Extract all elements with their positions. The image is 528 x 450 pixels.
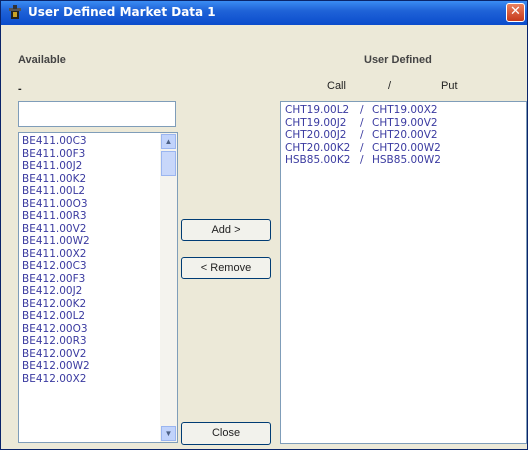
remove-button[interactable]: < Remove [181, 257, 271, 279]
pair-separator: / [360, 154, 364, 166]
list-item[interactable]: BE412.00J2 [22, 285, 157, 298]
available-items: BE411.00C3 BE411.00F3 BE411.00J2 BE411.00K2… [22, 135, 157, 385]
list-item[interactable]: BE412.00O3 [22, 323, 157, 336]
close-window-button[interactable]: ✕ [506, 3, 525, 22]
list-item[interactable]: BE411.00C3 [22, 135, 157, 148]
call-symbol: CHT20.00K2 [285, 141, 351, 154]
call-symbol: CHT20.00J2 [285, 129, 347, 141]
app-icon [9, 5, 21, 19]
list-item[interactable]: BE411.00R3 [22, 210, 157, 223]
list-item[interactable]: BE411.00F3 [22, 148, 157, 161]
list-item[interactable]: BE412.00V2 [22, 348, 157, 361]
list-item[interactable]: BE411.00K2 [22, 173, 157, 186]
call-symbol: CHT19.00L2 [285, 104, 350, 116]
list-item[interactable]: BE412.00L2 [22, 310, 157, 323]
put-header: Put [441, 80, 458, 92]
list-item[interactable]: BE411.00L2 [22, 185, 157, 198]
call-symbol: CHT19.00J2 [285, 116, 347, 129]
user-defined-market-data-dialog: User Defined Market Data 1 ✕ Available U… [0, 0, 528, 450]
pair-row[interactable]: CHT20.00K2 / CHT20.00W2 [281, 142, 526, 155]
window-title: User Defined Market Data 1 [28, 5, 216, 19]
close-button[interactable]: Close [181, 422, 271, 445]
put-symbol: CHT19.00X2 [372, 104, 438, 116]
user-defined-listbox[interactable]: CHT19.00L2/CHT19.00X2 CHT19.00J2/CHT19.00… [280, 101, 527, 444]
slash-header: / [388, 80, 392, 92]
put-symbol: CHT19.00V2 [372, 116, 438, 129]
list-item[interactable]: BE412.00W2 [22, 360, 157, 373]
available-listbox[interactable]: BE411.00C3 BE411.00F3 BE411.00J2 BE411.00K2… [18, 132, 178, 443]
call-header: Call [327, 80, 346, 92]
list-item[interactable]: BE411.00J2 [22, 160, 157, 173]
list-item[interactable]: BE411.00W2 [22, 235, 157, 248]
scrollbar-thumb[interactable] [161, 151, 176, 176]
arrow-up-icon[interactable]: ▲ [161, 134, 176, 149]
put-symbol: CHT20.00W2 [372, 141, 441, 154]
pair-separator: / [360, 141, 364, 154]
pair-separator: / [360, 129, 364, 141]
arrow-down-icon[interactable]: ▼ [161, 426, 176, 441]
list-item[interactable]: BE412.00K2 [22, 298, 157, 311]
filter-input[interactable] [18, 101, 176, 127]
filter-dash-label: - [18, 83, 22, 95]
list-item[interactable]: BE412.00R3 [22, 335, 157, 348]
pair-row[interactable]: HSB85.00K2 / HSB85.00W2 [281, 154, 526, 167]
pair-row[interactable]: CHT19.00J2 / CHT19.00V2 [281, 117, 526, 130]
list-item[interactable]: BE412.00C3 [22, 260, 157, 273]
pair-row[interactable]: CHT19.00L2 / CHT19.00X2 [281, 104, 526, 117]
title-bar[interactable]: User Defined Market Data 1 ✕ [1, 1, 527, 25]
list-item[interactable]: BE411.00X2 [22, 248, 157, 261]
available-label: Available [18, 54, 66, 66]
user-defined-label: User Defined [364, 54, 432, 66]
pair-separator: / [360, 104, 364, 116]
list-item[interactable]: BE411.00O3 [22, 198, 157, 211]
list-item[interactable]: BE412.00F3 [22, 273, 157, 286]
put-symbol: CHT20.00V2 [372, 129, 438, 141]
available-scrollbar[interactable]: ▲ ▼ [160, 133, 177, 442]
put-symbol: HSB85.00W2 [372, 154, 441, 166]
list-item[interactable]: BE412.00X2 [22, 373, 157, 386]
list-item[interactable]: BE411.00V2 [22, 223, 157, 236]
call-symbol: HSB85.00K2 [285, 154, 351, 166]
pair-row[interactable]: CHT20.00J2 / CHT20.00V2 [281, 129, 526, 142]
pair-separator: / [360, 116, 364, 129]
add-button[interactable]: Add > [181, 219, 271, 241]
